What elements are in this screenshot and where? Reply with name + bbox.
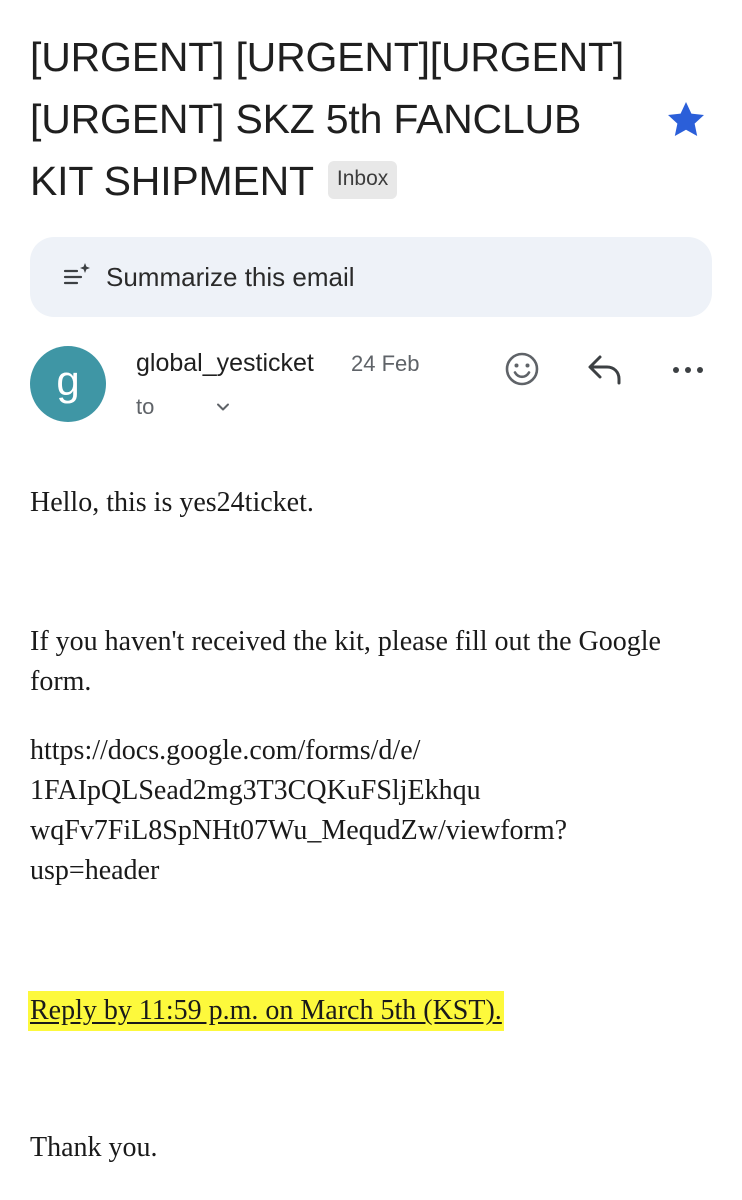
sender-name[interactable]: global_yesticket [136,348,314,378]
link-line-4[interactable]: usp=header [30,851,690,891]
emoji-icon[interactable] [503,350,541,388]
subject-line-3-text: KIT SHIPMENT [30,158,314,204]
summarize-label: Summarize this email [106,262,355,292]
summarize-email-button[interactable]: Summarize this email [30,237,712,317]
email-paragraph: If you haven't received the kit, please … [30,626,661,697]
chevron-down-icon[interactable] [214,398,232,416]
deadline-highlight: Reply by 11:59 p.m. on March 5th (KST). [28,991,504,1031]
email-subject: [URGENT] [URGENT][URGENT] [URGENT] SKZ 5… [30,26,650,212]
subject-line-2: [URGENT] SKZ 5th FANCLUB [30,96,582,142]
inbox-label-badge[interactable]: Inbox [327,161,398,200]
reply-icon[interactable] [586,352,626,388]
link-line-3[interactable]: wqFv7FiL8SpNHt07Wu_MequdZw/viewform? [30,811,690,851]
summarize-sparkle-icon [63,263,90,285]
email-greeting: Hello, this is yes24ticket. [30,487,314,518]
more-icon[interactable] [669,356,707,384]
subject-line-3: KIT SHIPMENT Inbox [30,150,650,212]
email-closing: Thank you. [30,1132,158,1163]
google-form-link[interactable]: https://docs.google.com/forms/d/e/ 1FAIp… [30,731,690,891]
sent-date: 24 Feb [351,351,420,376]
link-line-2[interactable]: 1FAIpQLSead2mg3T3CQKuFSljEkhqu [30,771,690,811]
star-icon[interactable] [664,98,708,142]
subject-line-1: [URGENT] [URGENT][URGENT] [30,34,625,80]
sender-avatar[interactable]: g [30,346,106,422]
recipient-to-label[interactable]: to [136,394,154,420]
link-line-1[interactable]: https://docs.google.com/forms/d/e/ [30,731,690,771]
